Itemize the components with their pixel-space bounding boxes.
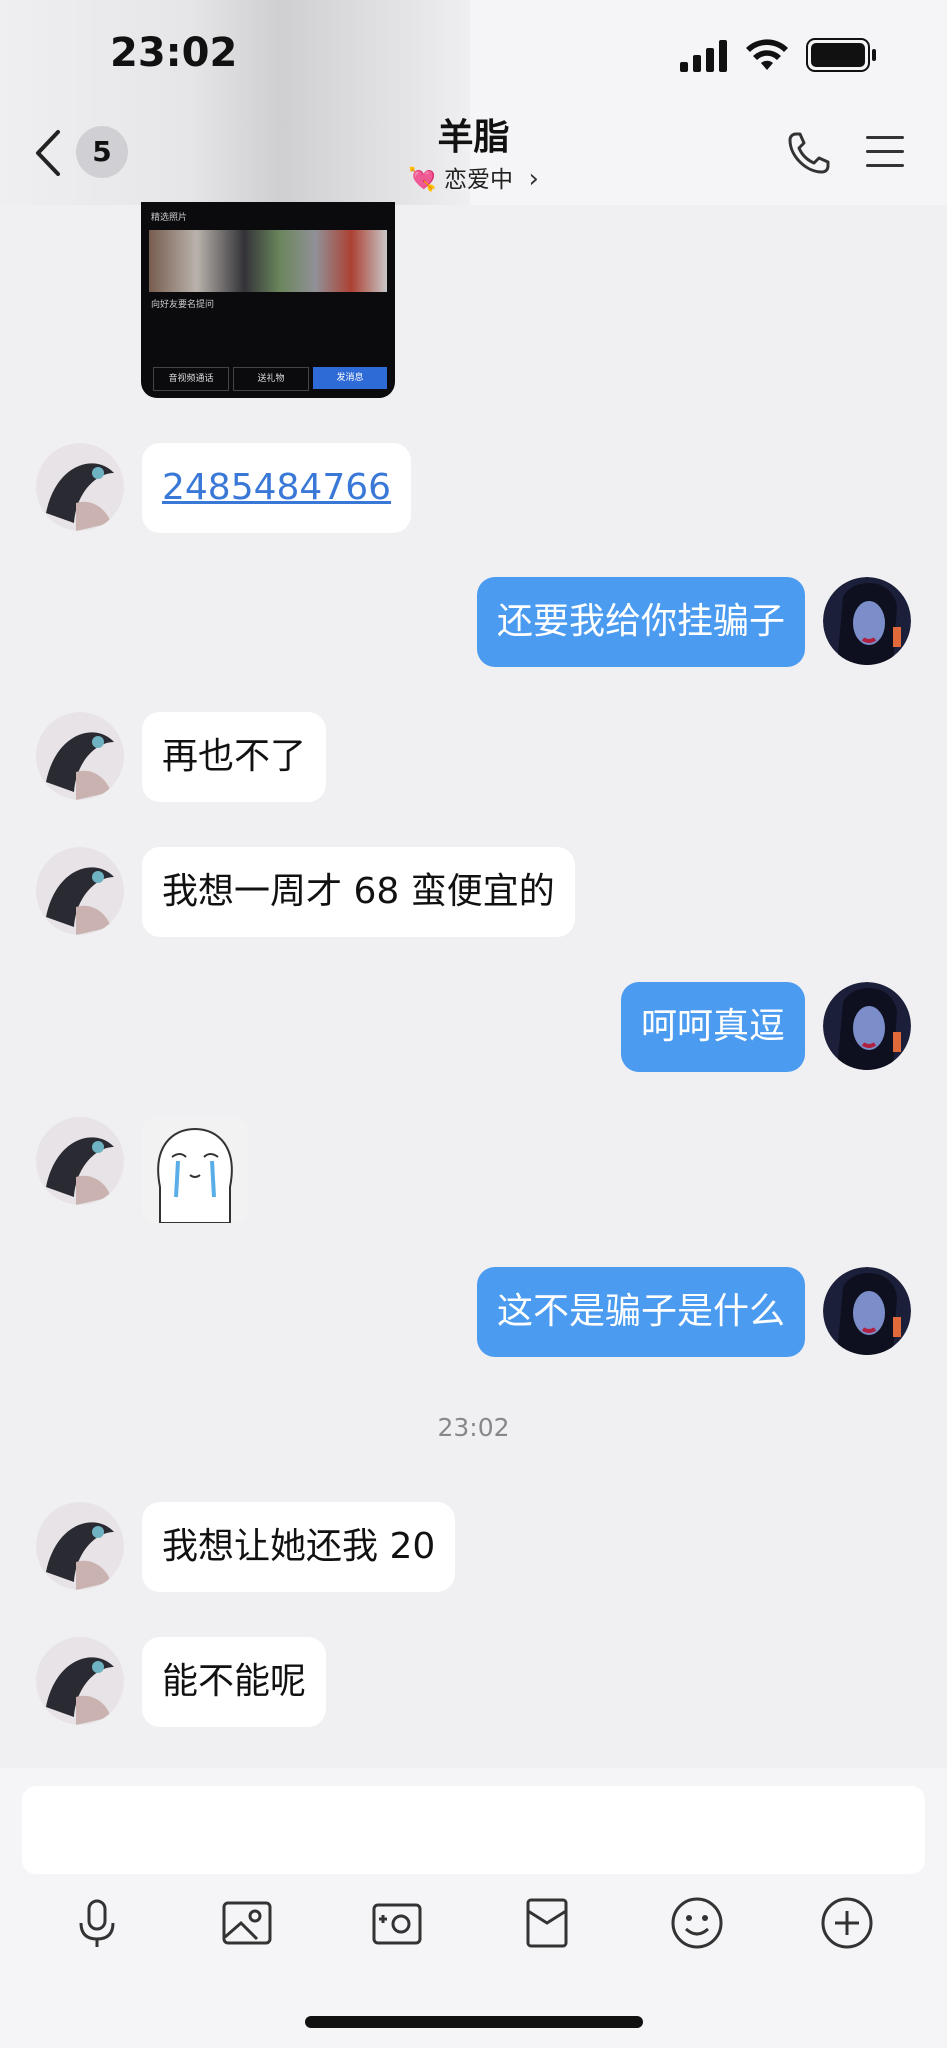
screenshot-btn-call: 音视频通话 [153, 367, 229, 391]
my-avatar[interactable] [823, 982, 911, 1070]
screenshot-row-photos: 精选照片 [151, 213, 188, 223]
contact-avatar[interactable] [36, 712, 124, 800]
message-bubble-incoming[interactable]: 我想一周才 68 蛮便宜的 [142, 847, 575, 937]
shared-screenshot-image[interactable]: 精选照片 向好友要名提问 音视频通话 送礼物 发消息 [141, 202, 395, 398]
message-timestamp: 23:02 [437, 1413, 510, 1442]
contact-avatar[interactable] [36, 1502, 124, 1590]
image-icon[interactable] [217, 1893, 277, 1953]
camera-icon[interactable] [367, 1893, 427, 1953]
wifi-icon [746, 39, 788, 70]
photo-strip [149, 230, 387, 292]
screenshot-btn-message: 发消息 [313, 367, 387, 389]
message-bubble-outgoing[interactable]: 呵呵真逗 [620, 982, 805, 1072]
red-packet-icon[interactable] [517, 1893, 577, 1953]
relationship-status-label: 恋爱中 [443, 167, 513, 193]
message-bubble-incoming[interactable]: 我想让她还我 20 [142, 1502, 456, 1592]
contact-avatar[interactable] [36, 847, 124, 935]
message-input[interactable] [22, 1786, 925, 1874]
status-time: 23:02 [110, 30, 238, 76]
screenshot-btn-gift: 送礼物 [233, 367, 309, 391]
message-bubble-incoming[interactable]: 2485484766 [142, 443, 412, 533]
message-bubble-incoming[interactable]: 能不能呢 [142, 1637, 327, 1727]
qq-number-link[interactable]: 2485484766 [162, 467, 391, 508]
microphone-icon[interactable] [67, 1893, 127, 1953]
battery-icon [806, 38, 876, 72]
chevron-right-icon: › [520, 164, 539, 194]
my-avatar[interactable] [823, 1267, 911, 1355]
menu-icon[interactable] [864, 132, 906, 172]
heart-emoji-icon: 💘 [408, 167, 437, 193]
crying-sticker[interactable] [142, 1117, 248, 1223]
signal-icon [680, 40, 727, 72]
phone-call-icon[interactable] [786, 128, 834, 176]
my-avatar[interactable] [823, 577, 911, 665]
screenshot-row-question: 向好友要名提问 [151, 300, 215, 310]
contact-avatar[interactable] [36, 1117, 124, 1205]
plus-icon[interactable] [817, 1893, 877, 1953]
message-bubble-incoming[interactable]: 再也不了 [142, 712, 327, 802]
contact-avatar[interactable] [36, 1637, 124, 1725]
contact-avatar[interactable] [36, 443, 124, 531]
message-bubble-outgoing[interactable]: 这不是骗子是什么 [476, 1267, 805, 1357]
home-indicator [305, 2016, 643, 2028]
message-bubble-outgoing[interactable]: 还要我给你挂骗子 [476, 577, 805, 667]
emoji-icon[interactable] [667, 1893, 727, 1953]
